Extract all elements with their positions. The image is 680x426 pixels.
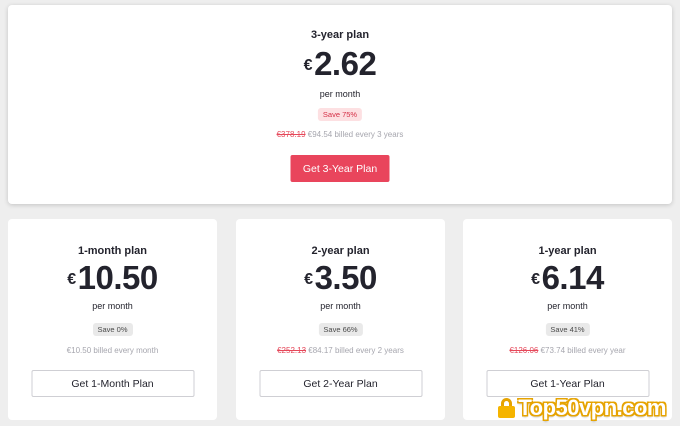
plan-title: 2-year plan [311, 245, 370, 257]
currency-symbol: € [303, 57, 313, 74]
plan-price: €3.50 [236, 261, 445, 295]
plan-title: 1-year plan [538, 245, 597, 257]
price-amount: 3.50 [314, 259, 378, 296]
price-period: per month [319, 89, 361, 99]
original-price: €126.06 [509, 346, 539, 355]
billed-text: €73.74 billed every year [538, 346, 626, 355]
price-amount: 10.50 [77, 259, 159, 296]
save-badge: Save 0% [92, 323, 133, 336]
billing-info: €126.06 €73.74 billed every year [463, 346, 672, 355]
original-price: €378.19 [276, 130, 306, 139]
billing-info: €10.50 billed every month [8, 346, 217, 355]
plan-card-1-month: 1-month plan €10.50 per month Save 0% €1… [8, 219, 217, 420]
price-period: per month [92, 301, 133, 311]
get-1-year-plan-button[interactable]: Get 1-Year Plan [486, 370, 649, 397]
billed-text: €10.50 billed every month [66, 346, 159, 355]
billed-text: €84.17 billed every 2 years [306, 346, 404, 355]
plan-price: €2.62 [8, 47, 672, 81]
save-badge: Save 41% [545, 323, 590, 336]
plan-price: €10.50 [8, 261, 217, 295]
billing-info: €378.19 €94.54 billed every 3 years [8, 130, 672, 139]
get-2-year-plan-button[interactable]: Get 2-Year Plan [259, 370, 422, 397]
currency-symbol: € [67, 271, 76, 288]
plan-title: 1-month plan [77, 245, 148, 257]
original-price: €252.13 [277, 346, 307, 355]
get-1-month-plan-button[interactable]: Get 1-Month Plan [31, 370, 194, 397]
watermark-text: Top50vpn.com [518, 395, 666, 420]
price-period: per month [320, 301, 361, 311]
plan-price: €6.14 [463, 261, 672, 295]
price-period: per month [547, 301, 588, 311]
get-3-year-plan-button[interactable]: Get 3-Year Plan [290, 155, 390, 182]
save-badge: Save 75% [317, 108, 363, 121]
price-amount: 6.14 [541, 259, 605, 296]
padlock-icon [498, 398, 516, 418]
watermark: Top50vpn.com [498, 395, 666, 421]
billing-info: €252.13 €84.17 billed every 2 years [236, 346, 445, 355]
plan-card-1-year: 1-year plan €6.14 per month Save 41% €12… [463, 219, 672, 420]
currency-symbol: € [531, 271, 540, 288]
plan-card-2-year: 2-year plan €3.50 per month Save 66% €25… [236, 219, 445, 420]
currency-symbol: € [304, 271, 313, 288]
save-badge: Save 66% [318, 323, 363, 336]
billed-text: €94.54 billed every 3 years [305, 130, 404, 139]
plan-card-3-year: 3-year plan €2.62 per month Save 75% €37… [8, 5, 672, 204]
price-amount: 2.62 [314, 45, 377, 82]
plan-title: 3-year plan [310, 29, 370, 41]
